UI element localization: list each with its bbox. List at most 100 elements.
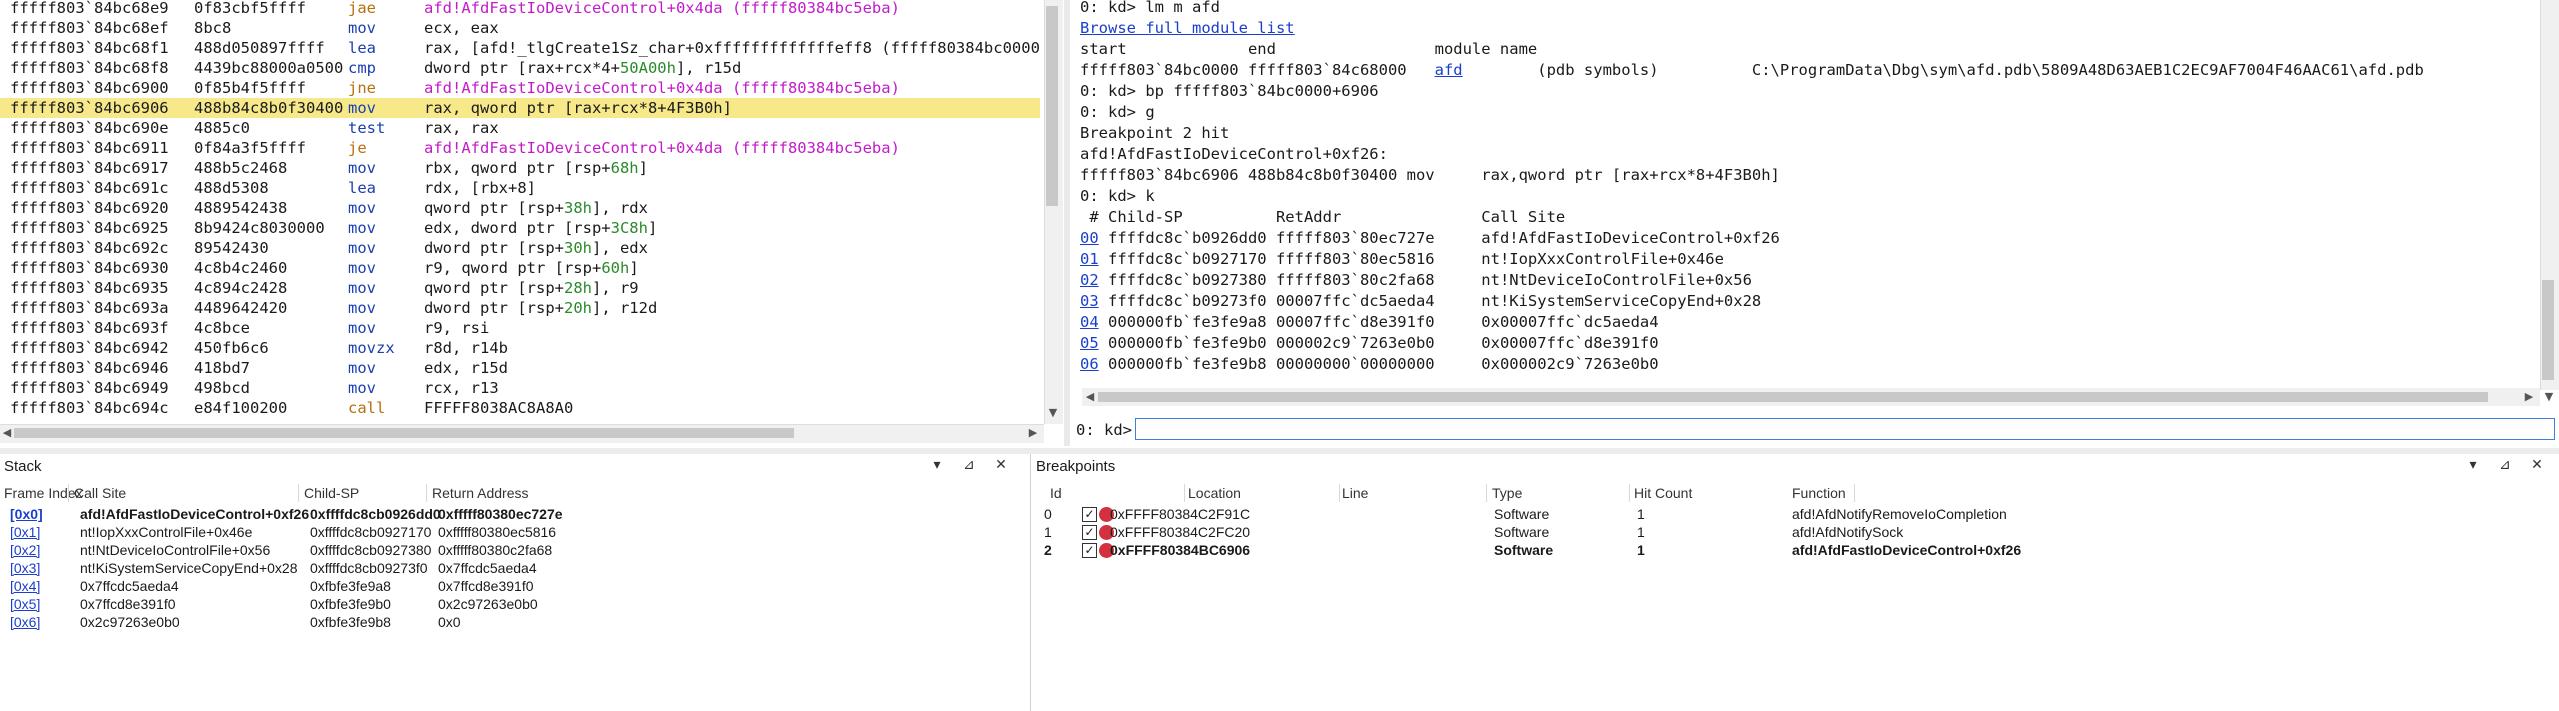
- disassembly-line[interactable]: fffff803`84bc691c 488d5308 lea rdx, [rbx+8]: [0, 178, 1040, 198]
- stack-child-sp: 0xffffdc8cb0927170: [310, 524, 432, 540]
- breakpoints-column-line[interactable]: Line: [1342, 485, 1368, 501]
- command-vertical-scroll-thumb[interactable]: [2542, 280, 2554, 380]
- disassembly-horizontal-scroll-thumb[interactable]: [14, 428, 794, 438]
- command-link[interactable]: 05: [1080, 334, 1099, 352]
- disassembly-line[interactable]: fffff803`84bc694c e84f100200 call FFFFF8038…: [0, 398, 1040, 418]
- breakpoints-column-hit-count[interactable]: Hit Count: [1634, 485, 1692, 501]
- breakpoint-function: afd!AfdNotifySock: [1792, 524, 1904, 540]
- operand-text: ], edx: [591, 239, 648, 257]
- scroll-down-icon[interactable]: ▼: [1044, 404, 1062, 422]
- disassembly-line[interactable]: fffff803`84bc68f1 488d050897ffff lea rax, […: [0, 38, 1040, 58]
- stack-frame-index[interactable]: [0x4]: [10, 578, 40, 594]
- stack-row[interactable]: [0x1] nt!IopXxxControlFile+0x46e 0xffffdc8…: [0, 524, 1030, 542]
- command-output-line: 06 000000fb`fe3fe9b8 00000000`00000000 0…: [1080, 354, 1659, 374]
- disassembly-line[interactable]: fffff803`84bc6911 0f84a3f5ffff je afd!AfdFa…: [0, 138, 1040, 158]
- pin-icon[interactable]: ⊿: [2494, 454, 2516, 476]
- jump-target[interactable]: afd!AfdFastIoDeviceControl+0x4da (fffff8…: [424, 139, 900, 157]
- scroll-right-icon[interactable]: ▶: [1024, 424, 1042, 442]
- instruction-address: fffff803`84bc6917: [10, 159, 169, 177]
- stack-row[interactable]: [0x6] 0x2c97263e0b0 0xfbfe3fe9b8 0x0: [0, 614, 1030, 632]
- disassembly-line[interactable]: fffff803`84bc6935 4c894c2428 mov qword ptr …: [0, 278, 1040, 298]
- close-icon[interactable]: ✕: [990, 454, 1012, 476]
- column-separator[interactable]: [68, 484, 69, 502]
- scroll-left-icon[interactable]: ◀: [0, 424, 14, 442]
- disassembly-line[interactable]: fffff803`84bc693a 4489642420 mov dword ptr …: [0, 298, 1040, 318]
- column-separator[interactable]: [1184, 484, 1185, 502]
- command-link[interactable]: Browse full module list: [1080, 19, 1295, 37]
- disassembly-line[interactable]: fffff803`84bc68e9 0f83cbf5ffff jae afd!AfdF…: [0, 0, 1040, 18]
- stack-frame-index[interactable]: [0x1]: [10, 524, 40, 540]
- column-separator[interactable]: [1629, 484, 1630, 502]
- checkbox-icon[interactable]: ✓: [1082, 507, 1097, 522]
- instruction-operands: rbx, qword ptr [rsp+68h]: [424, 158, 648, 178]
- current-instruction-line[interactable]: fffff803`84bc6906 488b84c8b0f30400 mov rax,…: [0, 98, 1040, 118]
- command-link[interactable]: 04: [1080, 313, 1099, 331]
- scroll-left-icon[interactable]: ◀: [1082, 388, 1098, 406]
- stack-frame-index[interactable]: [0x2]: [10, 542, 40, 558]
- disassembly-line[interactable]: fffff803`84bc6917 488b5c2468 mov rbx, qword…: [0, 158, 1040, 178]
- breakpoints-column-location[interactable]: Location: [1188, 485, 1241, 501]
- stack-frame-index[interactable]: [0x0]: [10, 506, 43, 522]
- command-link[interactable]: 01: [1080, 250, 1099, 268]
- instruction-bytes: 0f84a3f5ffff: [194, 139, 306, 157]
- stack-row[interactable]: [0x4] 0x7ffcdc5aeda4 0xfbfe3fe9a8 0x7ffcd8e…: [0, 578, 1030, 596]
- breakpoint-row[interactable]: 2 ✓ 0xFFFF80384BC6906 Software 1 afd!AfdFastI…: [1032, 542, 2559, 560]
- disassembly-vertical-scroll-thumb[interactable]: [1046, 6, 1058, 206]
- disassembly-line[interactable]: fffff803`84bc692c 89542430 mov dword ptr [r…: [0, 238, 1040, 258]
- stack-row[interactable]: [0x3] nt!KiSystemServiceCopyEnd+0x28 0xfff…: [0, 560, 1030, 578]
- stack-column-child-sp[interactable]: Child-SP: [304, 485, 359, 501]
- column-separator[interactable]: [1339, 484, 1340, 502]
- breakpoints-column-type[interactable]: Type: [1492, 485, 1522, 501]
- stack-row[interactable]: [0x2] nt!NtDeviceIoControlFile+0x56 0xffff…: [0, 542, 1030, 560]
- operand-text: rax, rax: [424, 119, 499, 137]
- breakpoints-column-id[interactable]: Id: [1050, 485, 1062, 501]
- command-horizontal-scroll-thumb[interactable]: [1098, 392, 2488, 402]
- operand-text: qword ptr [rsp+: [424, 199, 564, 217]
- jump-target[interactable]: afd!AfdFastIoDeviceControl+0x4da (fffff8…: [424, 79, 900, 97]
- chevron-down-icon[interactable]: ▾: [2462, 454, 2484, 476]
- scroll-down-icon[interactable]: ▼: [2540, 388, 2558, 406]
- stack-row[interactable]: [0x0] afd!AfdFastIoDeviceControl+0xf26 0xf…: [0, 506, 1030, 524]
- chevron-down-icon[interactable]: ▾: [926, 454, 948, 476]
- disassembly-pane[interactable]: fffff803`84bc68e9 0f83cbf5ffff jae afd!AfdF…: [0, 0, 1066, 446]
- disassembly-line[interactable]: fffff803`84bc6925 8b9424c8030000 mov edx, d…: [0, 218, 1040, 238]
- stack-column-frame-index[interactable]: Frame Index: [4, 485, 83, 501]
- stack-frame-index[interactable]: [0x3]: [10, 560, 40, 576]
- stack-column-call-site[interactable]: Call Site: [74, 485, 126, 501]
- disassembly-line[interactable]: fffff803`84bc6946 418bd7 mov edx, r15d: [0, 358, 1040, 378]
- stack-column-return-address[interactable]: Return Address: [432, 485, 529, 501]
- command-input[interactable]: [1135, 418, 2555, 440]
- disassembly-line[interactable]: fffff803`84bc6942 450fb6c6 movzx r8d, r14b: [0, 338, 1040, 358]
- command-link[interactable]: 00: [1080, 229, 1099, 247]
- disassembly-line[interactable]: fffff803`84bc690e 4885c0 test rax, rax: [0, 118, 1040, 138]
- command-link[interactable]: 03: [1080, 292, 1099, 310]
- checkbox-icon[interactable]: ✓: [1082, 543, 1097, 558]
- jump-target[interactable]: afd!AfdFastIoDeviceControl+0x4da (fffff8…: [424, 0, 900, 17]
- stack-frame-index[interactable]: [0x6]: [10, 614, 40, 630]
- command-output-line: 0: kd> lm m afd: [1080, 0, 1220, 17]
- column-separator[interactable]: [426, 484, 427, 502]
- scroll-right-icon[interactable]: ▶: [2520, 388, 2538, 406]
- checkbox-icon[interactable]: ✓: [1082, 525, 1097, 540]
- stack-frame-index[interactable]: [0x5]: [10, 596, 40, 612]
- disassembly-line[interactable]: fffff803`84bc68ef 8bc8 mov ecx, eax: [0, 18, 1040, 38]
- command-text: 0: kd> bp fffff803`84bc0000+6906: [1080, 82, 1379, 100]
- breakpoint-row[interactable]: 1 ✓ 0xFFFF80384C2FC20 Software 1 afd!AfdNotif…: [1032, 524, 2559, 542]
- column-separator[interactable]: [1486, 484, 1487, 502]
- breakpoints-column-function[interactable]: Function: [1792, 485, 1846, 501]
- breakpoint-row[interactable]: 0 ✓ 0xFFFF80384C2F91C Software 1 afd!AfdNotif…: [1032, 506, 2559, 524]
- disassembly-line[interactable]: fffff803`84bc6930 4c8b4c2460 mov r9, qword …: [0, 258, 1040, 278]
- command-link[interactable]: 02: [1080, 271, 1099, 289]
- column-separator[interactable]: [298, 484, 299, 502]
- column-separator[interactable]: [1854, 484, 1855, 502]
- pin-icon[interactable]: ⊿: [958, 454, 980, 476]
- disassembly-line[interactable]: fffff803`84bc68f8 4439bc88000a0500 cmp dwor…: [0, 58, 1040, 78]
- disassembly-line[interactable]: fffff803`84bc6949 498bcd mov rcx, r13: [0, 378, 1040, 398]
- disassembly-line[interactable]: fffff803`84bc6900 0f85b4f5ffff jne afd!AfdF…: [0, 78, 1040, 98]
- disassembly-line[interactable]: fffff803`84bc693f 4c8bce mov r9, rsi: [0, 318, 1040, 338]
- command-link[interactable]: afd: [1435, 61, 1463, 79]
- command-link[interactable]: 06: [1080, 355, 1099, 373]
- stack-row[interactable]: [0x5] 0x7ffcd8e391f0 0xfbfe3fe9b0 0x2c97263…: [0, 596, 1030, 614]
- disassembly-line[interactable]: fffff803`84bc6920 4889542438 mov qword ptr …: [0, 198, 1040, 218]
- close-icon[interactable]: ✕: [2526, 454, 2548, 476]
